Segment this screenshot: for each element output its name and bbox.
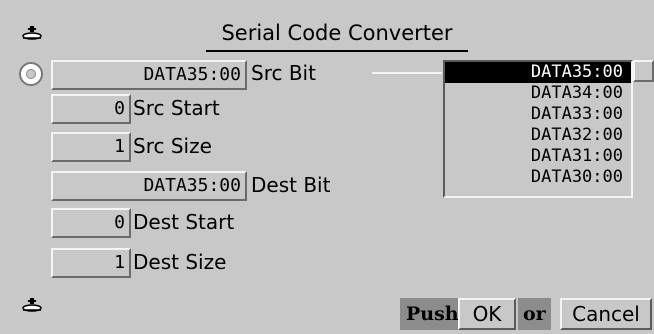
- list-item-selected[interactable]: DATA35:00: [445, 62, 631, 83]
- dest-start-field[interactable]: 0: [51, 208, 131, 238]
- list-scrollbar[interactable]: [633, 60, 654, 198]
- src-size-field[interactable]: 1: [51, 132, 131, 162]
- push-label: Push: [400, 298, 465, 330]
- cancel-button[interactable]: Cancel: [560, 298, 652, 330]
- list-item[interactable]: DATA32:00: [445, 125, 631, 146]
- radio-dot-icon: [26, 69, 36, 79]
- scrollbar-thumb[interactable]: [633, 60, 654, 82]
- src-bit-field[interactable]: DATA35:00: [51, 60, 247, 90]
- serial-code-converter-window: Serial Code Converter DATA35:00 Src Bit …: [0, 0, 654, 334]
- window-title: Serial Code Converter: [206, 18, 468, 52]
- dest-size-label: Dest Size: [133, 250, 227, 274]
- src-start-label: Src Start: [133, 96, 220, 120]
- list-item[interactable]: DATA30:00: [445, 167, 631, 188]
- pushpin-icon[interactable]: [22, 298, 42, 312]
- list-pointer-line: [372, 72, 442, 74]
- list-item[interactable]: DATA31:00: [445, 146, 631, 167]
- ok-button[interactable]: OK: [458, 298, 516, 330]
- pushpin-icon[interactable]: [22, 26, 42, 40]
- bit-list[interactable]: DATA35:00 DATA34:00 DATA33:00 DATA32:00 …: [443, 60, 633, 198]
- list-item[interactable]: DATA34:00: [445, 83, 631, 104]
- radio-button[interactable]: [19, 62, 43, 86]
- dest-bit-field[interactable]: DATA35:00: [51, 171, 247, 201]
- src-bit-label: Src Bit: [251, 61, 316, 85]
- src-start-field[interactable]: 0: [51, 94, 131, 124]
- dest-start-label: Dest Start: [133, 210, 235, 234]
- src-size-label: Src Size: [133, 134, 212, 158]
- dest-size-field[interactable]: 1: [51, 248, 131, 278]
- or-label: or: [518, 298, 551, 330]
- dest-bit-label: Dest Bit: [251, 173, 331, 197]
- list-item[interactable]: DATA33:00: [445, 104, 631, 125]
